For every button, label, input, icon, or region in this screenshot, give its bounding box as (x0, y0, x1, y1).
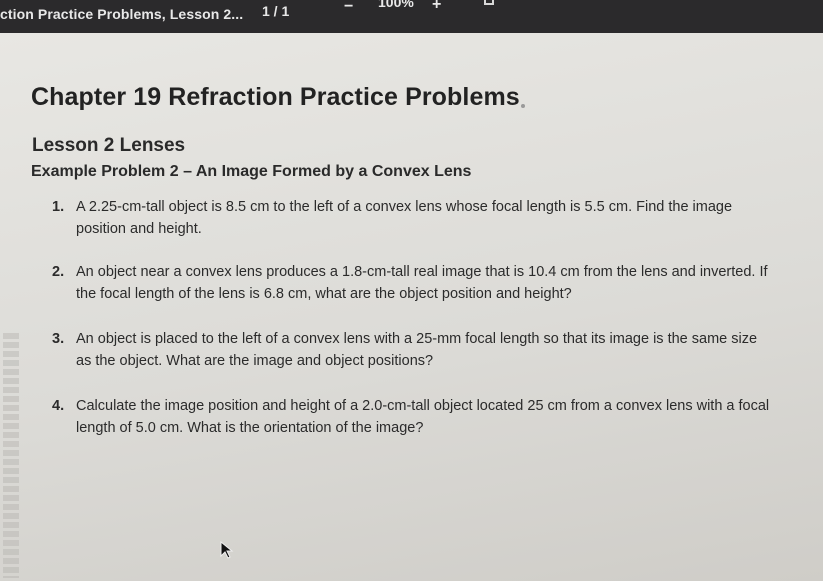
problem-item: 1. A 2.25-cm-tall object is 8.5 cm to th… (52, 196, 772, 240)
mouse-cursor-icon (220, 541, 234, 559)
zoom-level: 100% (378, 0, 414, 10)
problem-text: A 2.25-cm-tall object is 8.5 cm to the l… (76, 199, 733, 237)
problem-item: 3. An object is placed to the left of a … (52, 328, 772, 372)
problem-number: 3. (52, 331, 65, 347)
fit-page-icon[interactable] (484, 0, 494, 5)
pdf-toolbar: ction Practice Problems, Lesson 2... 1 /… (0, 0, 823, 33)
lesson-title: Lesson 2 Lenses (32, 135, 186, 156)
problem-item: 2. An object near a convex lens produces… (52, 261, 772, 305)
example-title: Example Problem 2 – An Image Formed by a… (31, 163, 472, 180)
document-page: Chapter 19 Refraction Practice Problems … (0, 33, 823, 581)
copyright-sidenote (3, 333, 19, 578)
zoom-out-button[interactable]: − (344, 0, 353, 16)
problem-text: Calculate the image position and height … (76, 398, 770, 436)
stray-mark (521, 104, 525, 108)
problem-text: An object is placed to the left of a con… (76, 331, 758, 369)
problem-number: 1. (52, 199, 65, 215)
page-indicator[interactable]: 1 / 1 (262, 3, 289, 19)
document-title: ction Practice Problems, Lesson 2... (0, 6, 244, 22)
chapter-title: Chapter 19 Refraction Practice Problems (31, 83, 520, 111)
problem-number: 4. (52, 398, 65, 414)
problem-item: 4. Calculate the image position and heig… (52, 395, 772, 439)
zoom-in-button[interactable]: + (432, 0, 441, 14)
problem-number: 2. (52, 264, 65, 280)
problem-text: An object near a convex lens produces a … (76, 264, 768, 302)
